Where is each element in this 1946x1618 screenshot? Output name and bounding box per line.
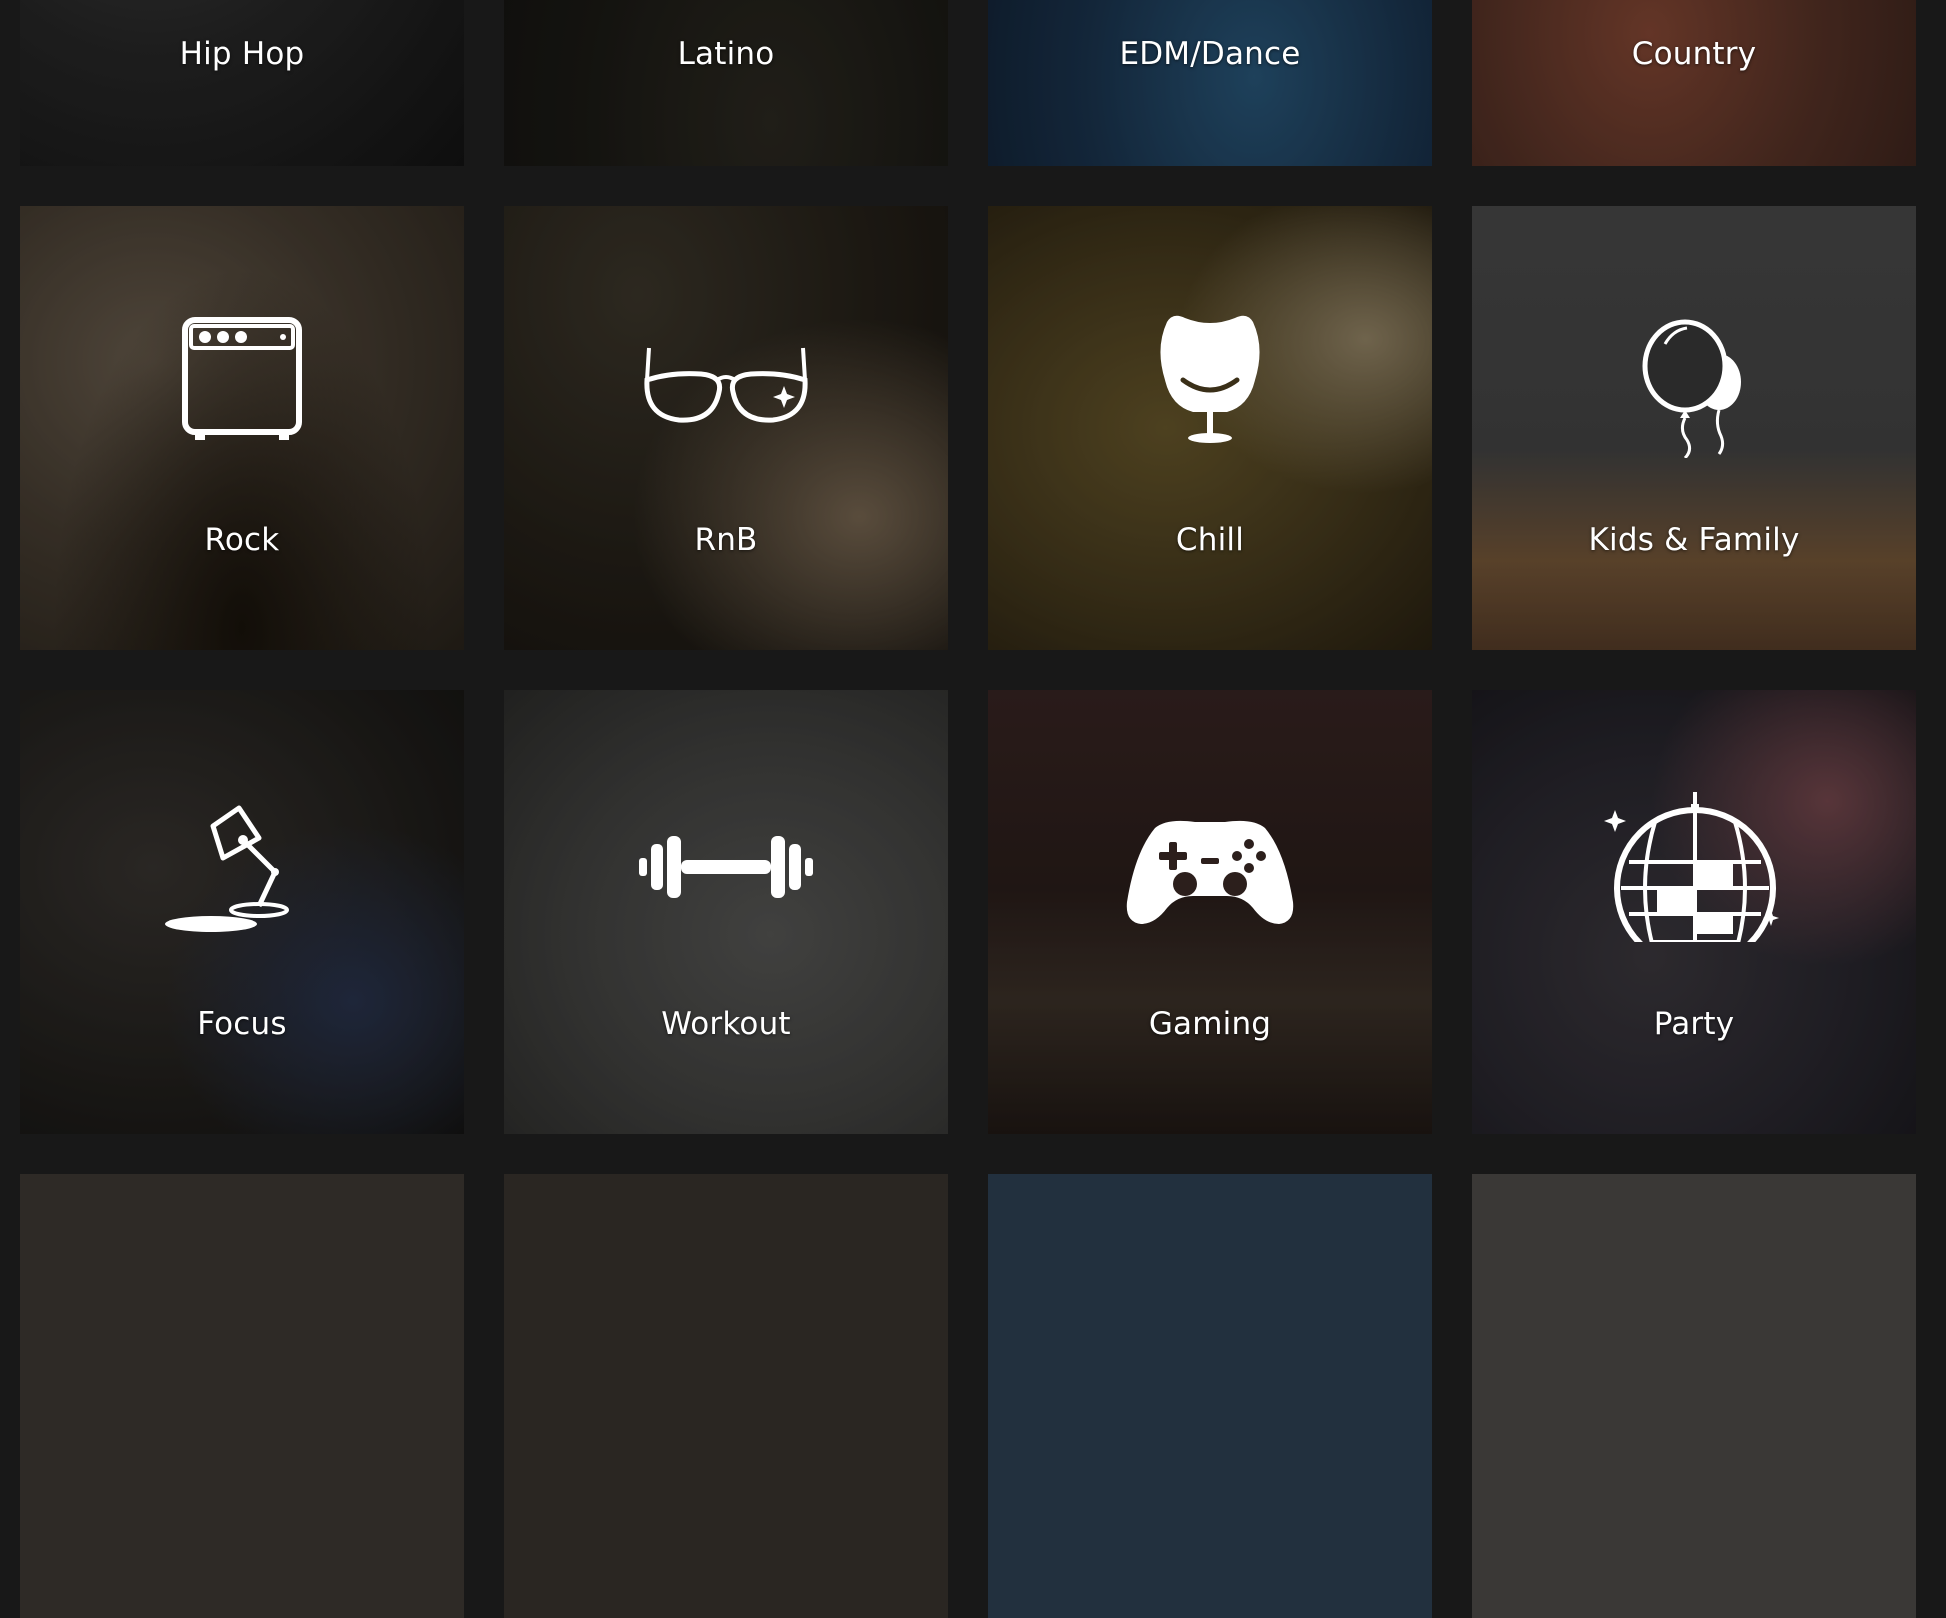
tile-image	[988, 1174, 1432, 1618]
genre-label: Kids & Family	[1588, 522, 1800, 558]
genre-tile-partial[interactable]	[1472, 1174, 1916, 1618]
genre-label: Hip Hop	[179, 36, 305, 72]
game-controller-icon	[1115, 792, 1305, 942]
tile-image	[504, 1174, 948, 1618]
genre-tile-hip-hop[interactable]: Hip Hop	[20, 0, 464, 166]
genre-tile-workout[interactable]: Workout	[504, 690, 948, 1134]
genre-tile-partial[interactable]	[504, 1174, 948, 1618]
dumbbell-icon	[631, 792, 821, 942]
genre-tile-kids-family[interactable]: Kids & Family	[1472, 206, 1916, 650]
genre-label: Workout	[661, 1006, 791, 1042]
disco-ball-icon	[1599, 792, 1789, 942]
genre-tile-edm-dance[interactable]: EDM/Dance	[988, 0, 1432, 166]
genre-label: Rock	[204, 522, 280, 558]
genre-tile-rnb[interactable]: RnB	[504, 206, 948, 650]
genre-tile-chill[interactable]: Chill	[988, 206, 1432, 650]
genre-label: Party	[1653, 1006, 1735, 1042]
genre-tile-party[interactable]: Party	[1472, 690, 1916, 1134]
egg-chair-icon	[1115, 308, 1305, 458]
tile-image	[1472, 1174, 1916, 1618]
genre-tile-partial[interactable]	[988, 1174, 1432, 1618]
genre-label: EDM/Dance	[1119, 36, 1301, 72]
genre-label: RnB	[694, 522, 758, 558]
tile-image	[20, 1174, 464, 1618]
genre-grid: Hip Hop Latino EDM/Dance Country Rock Rn…	[0, 0, 1946, 1618]
genre-tile-rock[interactable]: Rock	[20, 206, 464, 650]
aviator-sunglasses-icon	[631, 308, 821, 458]
genre-label: Country	[1631, 36, 1757, 72]
genre-tile-country[interactable]: Country	[1472, 0, 1916, 166]
genre-tile-partial[interactable]	[20, 1174, 464, 1618]
genre-tile-gaming[interactable]: Gaming	[988, 690, 1432, 1134]
genre-tile-focus[interactable]: Focus	[20, 690, 464, 1134]
genre-label: Gaming	[1148, 1006, 1272, 1042]
desk-lamp-icon	[147, 792, 337, 942]
genre-label: Focus	[197, 1006, 287, 1042]
genre-label: Chill	[1175, 522, 1245, 558]
genre-tile-latino[interactable]: Latino	[504, 0, 948, 166]
amplifier-icon	[147, 308, 337, 458]
genre-label: Latino	[677, 36, 775, 72]
balloons-icon	[1599, 308, 1789, 458]
